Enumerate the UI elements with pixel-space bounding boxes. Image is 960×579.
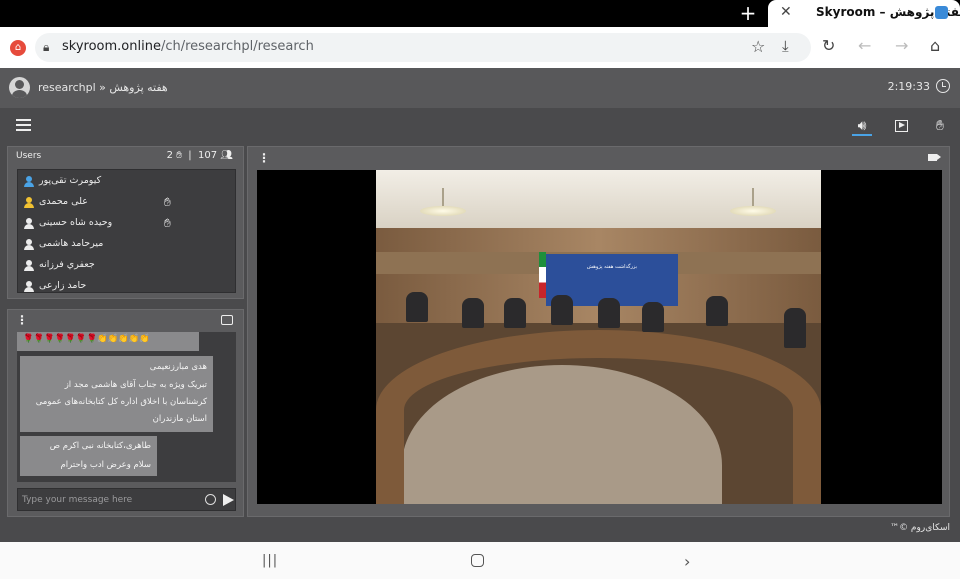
camera-icon[interactable]: [928, 154, 941, 161]
chat-input-bar: [17, 488, 236, 511]
emoji-line-yellow: 👏👏👏👏👏: [97, 334, 151, 344]
user-name: میرحامد هاشمی: [39, 238, 104, 249]
account-avatar-icon[interactable]: [9, 77, 30, 98]
video-options-icon[interactable]: ⋮: [258, 152, 270, 164]
browser-addressbar: ⌂ 🔒︎ skyroom.online/ch/researchpl/resear…: [0, 27, 960, 68]
users-list: کیومرث تقی‌پور علی محمدی ✋︎ وحیده شاه حس…: [17, 169, 236, 293]
users-panel: Users 2 ✋︎ | 107 👥︎ کیومرث تقی‌پور علی م…: [7, 146, 244, 299]
emoji-smile-icon[interactable]: [205, 494, 216, 505]
clock-icon: [936, 79, 950, 93]
media-play-icon[interactable]: [891, 116, 911, 136]
browser-tab[interactable]: ✕ Skyroom – هفته پژوهش: [768, 0, 960, 27]
video-panel: ⋮ بزرگداشت هفته پژوهش: [247, 146, 950, 517]
user-name: جعفري فرزانه: [39, 259, 95, 270]
chat-line: کرشناسان با اخلاق اداره کل کتابخانه‌های …: [35, 397, 207, 407]
user-name: علی محمدی: [39, 196, 88, 207]
app-header: researchpl » هفته پژوهش 2:19:33: [0, 68, 960, 108]
chat-line: سلام وعرض ادب واحترام: [60, 460, 151, 470]
person: [642, 302, 664, 332]
chat-line: تبریک ویژه به جناب آقای هاشمی مجد از: [64, 380, 207, 390]
user-name: حامد زارعی: [39, 280, 87, 291]
user-name: وحیده شاه حسینی: [39, 217, 113, 228]
person: [504, 298, 526, 328]
video-stream[interactable]: بزرگداشت هفته پژوهش: [257, 170, 942, 504]
home-circle-icon[interactable]: [471, 554, 484, 567]
person-icon: [24, 281, 34, 292]
users-counters: 2 ✋︎ | 107 👥︎: [166, 150, 233, 161]
chat-panel: ⋮ 🌹🌹🌹🌹🌹🌹🌹👏👏👏👏👏 هدی مبارزنعیمی تبریک ویژه…: [7, 309, 244, 517]
conference-table: [376, 330, 821, 504]
users-group-icon: 👥︎: [220, 150, 233, 161]
chat-message-input[interactable]: [22, 492, 192, 508]
url-text: skyroom.online/ch/researchpl/research: [62, 39, 314, 54]
user-row[interactable]: علی محمدی ✋︎: [18, 192, 237, 213]
url-field[interactable]: 🔒︎ skyroom.online/ch/researchpl/research…: [35, 33, 811, 62]
download-icon[interactable]: ⤓: [782, 37, 789, 55]
send-icon[interactable]: [223, 494, 234, 506]
chat-message: طاهری،کتابخانه نبی اکرم ص سلام وعرض ادب …: [20, 436, 157, 476]
person: [784, 308, 806, 348]
raise-hand-icon[interactable]: ✋︎: [930, 116, 950, 136]
back-arrow-icon[interactable]: ←: [858, 36, 871, 55]
lock-icon[interactable]: 🔒︎: [43, 40, 49, 55]
user-row[interactable]: حامد زارعی: [18, 276, 237, 297]
emoji-line-red: 🌹🌹🌹🌹🌹🌹🌹: [23, 334, 98, 344]
raised-hands-count: 2: [166, 150, 174, 161]
speaker-icon[interactable]: 🔊︎: [852, 116, 872, 136]
chat-line: استان مازندران: [152, 414, 207, 424]
session-clock: 2:19:33: [887, 80, 930, 93]
flag: [539, 252, 546, 298]
person: [706, 296, 728, 326]
skyroom-footer: اسکای‌روم ©™: [890, 523, 950, 533]
person: [551, 295, 573, 325]
person-icon: [24, 176, 34, 187]
menu-icon[interactable]: [16, 119, 31, 131]
screen: + ✕ Skyroom – هفته پژوهش ⌂ 🔒︎ skyroom.on…: [0, 0, 960, 579]
users-panel-title: Users: [16, 151, 42, 161]
conference-room-image: بزرگداشت هفته پژوهش: [376, 170, 821, 504]
recent-apps-icon[interactable]: |||: [262, 553, 278, 568]
skyroom-favicon-icon: [935, 6, 948, 19]
user-row[interactable]: وحیده شاه حسینی ✋︎: [18, 213, 237, 234]
person-icon: [24, 218, 34, 229]
app-toolbar: 🔊︎ ✋︎: [0, 108, 960, 144]
chat-message: 🌹🌹🌹🌹🌹🌹🌹👏👏👏👏👏: [17, 332, 199, 351]
person: [406, 292, 428, 322]
raised-hand-icon: ✋︎: [164, 195, 171, 209]
chandelier: [418, 188, 468, 220]
skyroom-app: researchpl » هفته پژوهش 2:19:33 🔊︎ ✋︎ Us…: [0, 68, 960, 542]
chat-message: هدی مبارزنعیمی تبریک ویژه به جناب آقای ه…: [20, 356, 213, 432]
breadcrumb: researchpl » هفته پژوهش: [38, 81, 168, 94]
bookmark-star-icon[interactable]: ☆: [751, 37, 765, 56]
person-icon: [24, 197, 34, 208]
chandelier: [728, 188, 778, 220]
user-name: کیومرث تقی‌پور: [39, 175, 102, 186]
person-icon: [24, 239, 34, 250]
browser-tabstrip: + ✕ Skyroom – هفته پژوهش: [0, 0, 960, 27]
forward-arrow-icon[interactable]: →: [895, 36, 908, 55]
person: [598, 298, 620, 328]
person: [462, 298, 484, 328]
close-icon[interactable]: ✕: [780, 4, 792, 20]
site-home-icon[interactable]: ⌂: [10, 40, 26, 56]
online-users-count: 107: [198, 150, 218, 161]
chat-messages[interactable]: 🌹🌹🌹🌹🌹🌹🌹👏👏👏👏👏 هدی مبارزنعیمی تبریک ویژه ب…: [17, 332, 236, 482]
chat-bubble-icon[interactable]: [221, 315, 233, 325]
chat-options-icon[interactable]: ⋮: [16, 314, 28, 326]
chat-author: هدی مبارزنعیمی: [149, 362, 207, 372]
system-navbar: ||| ›: [0, 542, 960, 579]
hand-icon: ✋︎: [176, 150, 182, 161]
user-row[interactable]: کیومرث تقی‌پور: [18, 171, 237, 192]
reload-icon[interactable]: ↻: [822, 36, 835, 55]
raised-hand-icon: ✋︎: [164, 216, 171, 230]
home-icon[interactable]: ⌂: [930, 36, 940, 55]
back-chevron-icon[interactable]: ›: [684, 552, 690, 571]
new-tab-button[interactable]: +: [738, 2, 758, 24]
chat-author: طاهری،کتابخانه نبی اکرم ص: [49, 441, 151, 451]
user-row[interactable]: جعفري فرزانه: [18, 255, 237, 276]
person-icon: [24, 260, 34, 271]
user-row[interactable]: میرحامد هاشمی: [18, 234, 237, 255]
